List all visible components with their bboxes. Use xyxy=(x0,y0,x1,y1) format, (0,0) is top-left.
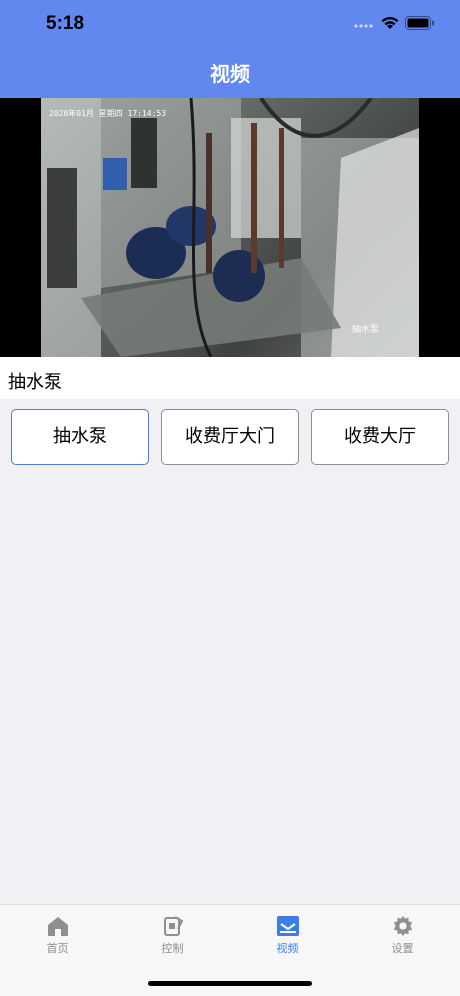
tab-video[interactable]: 视频 xyxy=(230,915,345,961)
video-frame: 2020年01月 星期四 17:14:53 抽水泵 xyxy=(41,98,419,357)
status-bar: 5:18 xyxy=(0,0,460,50)
control-icon xyxy=(163,916,183,936)
camera-button-hall-gate[interactable]: 收费厅大门 xyxy=(161,409,299,465)
camera-button-hall[interactable]: 收费大厅 xyxy=(311,409,449,465)
video-camera-label: 抽水泵 xyxy=(351,325,379,335)
tab-home[interactable]: 首页 xyxy=(0,915,115,961)
video-icon xyxy=(276,916,299,936)
camera-button-pump[interactable]: 抽水泵 xyxy=(11,409,149,465)
tab-control[interactable]: 控制 xyxy=(115,915,230,961)
current-camera-label: 抽水泵 xyxy=(8,372,62,393)
video-timestamp: 2020年01月 星期四 17:14:53 xyxy=(49,109,167,118)
tab-home-label: 首页 xyxy=(46,942,69,955)
tab-settings-label: 设置 xyxy=(391,942,414,955)
video-scene xyxy=(41,98,419,357)
home-icon xyxy=(47,917,68,936)
video-player[interactable]: 2020年01月 星期四 17:14:53 抽水泵 xyxy=(0,98,460,357)
signal-icon xyxy=(354,24,373,28)
header: 5:18 视频 xyxy=(0,0,460,98)
tab-control-label: 控制 xyxy=(161,942,184,955)
battery-icon xyxy=(405,16,434,30)
status-time: 5:18 xyxy=(46,13,85,34)
tab-video-label: 视频 xyxy=(276,942,299,955)
page-title: 视频 xyxy=(210,62,250,86)
current-camera-row: 抽水泵 xyxy=(0,357,460,399)
home-indicator[interactable] xyxy=(148,981,312,986)
tab-settings[interactable]: 设置 xyxy=(345,915,460,961)
wifi-icon xyxy=(381,16,399,29)
gear-icon xyxy=(393,915,412,937)
